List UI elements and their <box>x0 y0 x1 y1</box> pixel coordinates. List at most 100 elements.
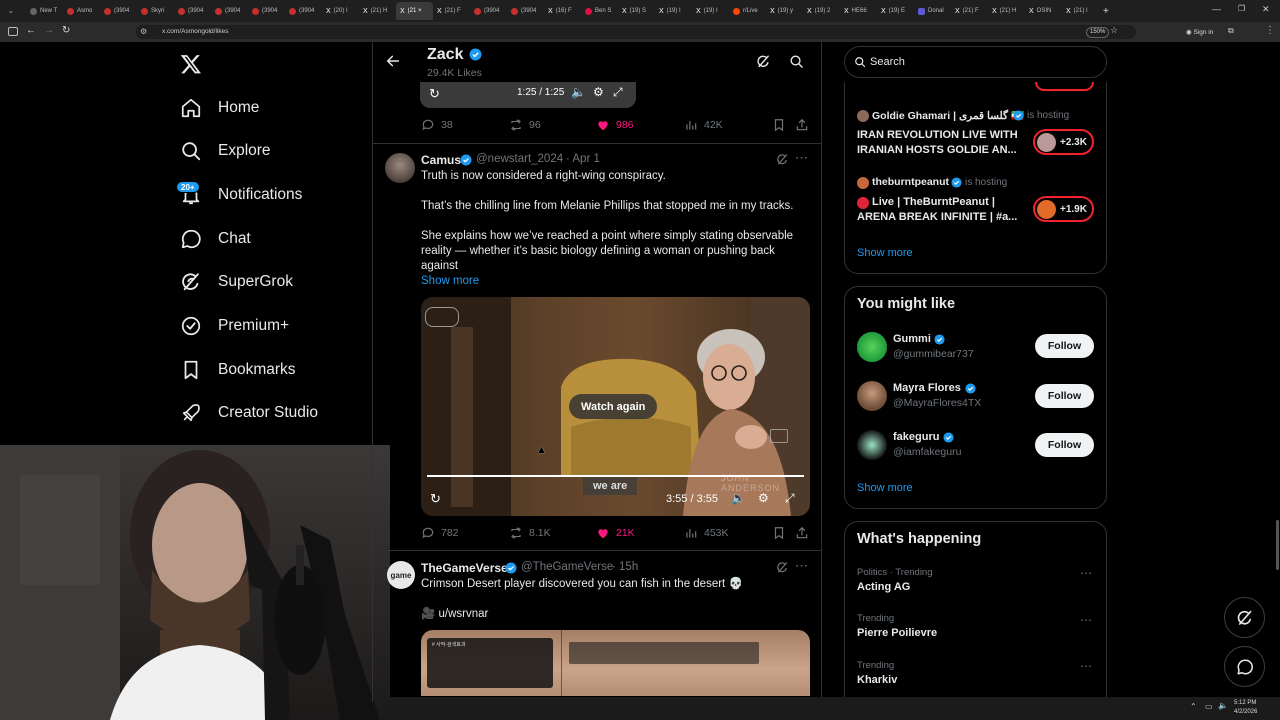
browser-tab[interactable]: X (19) E <box>877 2 914 20</box>
trend-name[interactable]: Kharkiv <box>857 674 897 686</box>
avatar[interactable] <box>857 430 887 460</box>
new-tab-button[interactable]: + <box>1099 2 1117 20</box>
back-arrow-icon[interactable] <box>385 53 401 69</box>
browser-tab[interactable]: (3904 <box>507 2 544 20</box>
prev-video-player[interactable]: ↻ 1:25 / 1:25 🔈 ⚙ ⤢ <box>420 82 636 108</box>
user-name[interactable]: Gummi <box>893 333 931 345</box>
like-button[interactable]: 986 <box>596 118 634 132</box>
tray-chevron-icon[interactable]: ⌃ <box>1190 702 1197 711</box>
trend-name[interactable]: Pierre Poilievre <box>857 627 937 639</box>
live-title-line[interactable]: ARENA BREAK INFINITE | #a... <box>857 211 1017 223</box>
browser-tab[interactable]: X (19) y <box>766 2 803 20</box>
chat-float-button[interactable] <box>1224 646 1265 687</box>
volume-icon[interactable]: 🔈 <box>1218 701 1228 710</box>
trend-name[interactable]: Acting AG <box>857 581 910 593</box>
bookmark-icon[interactable] <box>772 118 786 132</box>
settings-icon[interactable]: ⚙ <box>758 491 769 505</box>
tweet-video[interactable]: Watch again JOHN ANDERSON we are ↻ 3:55 … <box>421 297 810 516</box>
nav-bookmarks[interactable]: Bookmarks <box>180 352 296 388</box>
browser-tab[interactable]: Donal <box>914 2 951 20</box>
browser-tab[interactable]: X HE66 <box>840 2 877 20</box>
extensions-icon[interactable]: ⧉ <box>1228 26 1234 36</box>
avatar[interactable] <box>857 177 869 189</box>
browser-tab[interactable]: (3904 <box>174 2 211 20</box>
follow-button[interactable]: Follow <box>1035 433 1094 457</box>
repost-button[interactable]: 96 <box>509 118 541 132</box>
replay-icon[interactable]: ↻ <box>429 86 440 102</box>
share-icon[interactable] <box>795 526 809 540</box>
user-name[interactable]: Mayra Flores <box>893 382 961 394</box>
watch-again-button[interactable]: Watch again <box>569 394 658 419</box>
bookmark-star-icon[interactable]: ☆ <box>1110 25 1118 36</box>
nav-premium[interactable]: Premium+ <box>180 308 289 344</box>
grok-icon[interactable] <box>756 54 771 69</box>
browser-tab[interactable]: X (19) S <box>618 2 655 20</box>
live-title-line[interactable]: Live | TheBurntPeanut | <box>872 196 995 208</box>
avatar[interactable]: game <box>387 561 415 589</box>
browser-tab[interactable]: X OSIN <box>1025 2 1062 20</box>
browser-tab[interactable]: X (21) F <box>433 2 470 20</box>
more-options-icon[interactable]: ⋯ <box>1080 566 1092 580</box>
volume-icon[interactable]: 🔈 <box>571 85 586 99</box>
nav-home[interactable]: Home <box>180 90 259 126</box>
user-handle[interactable]: @MayraFlores4TX <box>893 397 981 409</box>
search-input[interactable]: Search <box>870 56 905 68</box>
views-button[interactable]: 42K <box>684 118 723 132</box>
avatar[interactable] <box>857 110 869 122</box>
close-window-icon[interactable]: ✕ <box>1262 4 1270 15</box>
forward-icon[interactable]: → <box>44 25 54 36</box>
avatar[interactable] <box>857 332 887 362</box>
reload-icon[interactable]: ↻ <box>62 25 70 36</box>
show-more-link[interactable]: Show more <box>857 482 913 494</box>
browser-tab[interactable]: X (19) I <box>692 2 729 20</box>
more-options-icon[interactable]: ⋯ <box>795 558 808 574</box>
browser-tab[interactable]: (3904 <box>470 2 507 20</box>
network-icon[interactable]: ▭ <box>1205 702 1213 711</box>
tweet-author-handle[interactable]: @newstart_2024 <box>476 153 563 165</box>
browser-tab[interactable]: Skyri <box>137 2 174 20</box>
live-host-name[interactable]: theburntpeanut <box>872 176 949 188</box>
user-name[interactable]: fakeguru <box>893 431 939 443</box>
nav-chat[interactable]: Chat <box>180 221 251 257</box>
browser-tab[interactable]: X (16) F <box>544 2 581 20</box>
live-title-line[interactable]: IRAN REVOLUTION LIVE WITH <box>857 129 1018 141</box>
share-icon[interactable] <box>795 118 809 132</box>
browser-tab[interactable]: (3904 <box>211 2 248 20</box>
reply-button[interactable]: 782 <box>421 526 459 540</box>
signin-button[interactable]: ◉ Sign in <box>1186 28 1213 36</box>
x-logo-icon[interactable] <box>180 53 202 75</box>
browser-tab[interactable]: Asmo <box>63 2 100 20</box>
show-more-link[interactable]: Show more <box>857 247 913 259</box>
browser-tab[interactable]: X (21) H <box>988 2 1025 20</box>
settings-icon[interactable]: ⚙ <box>593 85 604 99</box>
nav-creator-studio[interactable]: Creator Studio <box>180 395 318 431</box>
back-icon[interactable]: ← <box>26 25 36 36</box>
follow-button[interactable]: Follow <box>1035 334 1094 358</box>
avatar[interactable] <box>385 153 415 183</box>
scrollbar-thumb[interactable] <box>1276 520 1279 570</box>
browser-tab[interactable]: Ben S <box>581 2 618 20</box>
tweet-date[interactable]: · 15h <box>612 561 638 573</box>
browser-tab[interactable]: (3904 <box>100 2 137 20</box>
tweet-author-name[interactable]: Camus <box>421 153 461 167</box>
browser-tab[interactable]: r/Live <box>729 2 766 20</box>
user-handle[interactable]: @gummibear737 <box>893 348 974 360</box>
fullscreen-icon[interactable]: ⤢ <box>613 85 623 100</box>
tweet-image[interactable]: # 사막-검색효과 <box>421 630 810 696</box>
more-options-icon[interactable]: ⋯ <box>795 150 808 166</box>
search-bar[interactable]: Search <box>844 46 1107 78</box>
browser-tab[interactable]: X (21) I <box>1062 2 1099 20</box>
browser-tab[interactable]: X (20) I <box>322 2 359 20</box>
reply-button[interactable]: 38 <box>421 118 453 132</box>
minimize-window-icon[interactable]: — <box>1212 4 1221 14</box>
live-listener-pill[interactable]: +2.3K <box>1033 129 1094 155</box>
browser-tab[interactable]: X (21) H <box>359 2 396 20</box>
site-info-icon[interactable]: ⚙ <box>140 25 147 39</box>
bookmark-icon[interactable] <box>772 526 786 540</box>
browser-tab-active[interactable]: X (21 × <box>396 2 433 20</box>
show-more-link[interactable]: Show more <box>421 274 479 289</box>
tweet-date[interactable]: · Apr 1 <box>566 153 600 165</box>
browser-tab[interactable]: X (19) I <box>655 2 692 20</box>
live-title-line[interactable]: IRANIAN HOSTS GOLDIE AN... <box>857 144 1017 156</box>
repost-button[interactable]: 8.1K <box>509 526 551 540</box>
